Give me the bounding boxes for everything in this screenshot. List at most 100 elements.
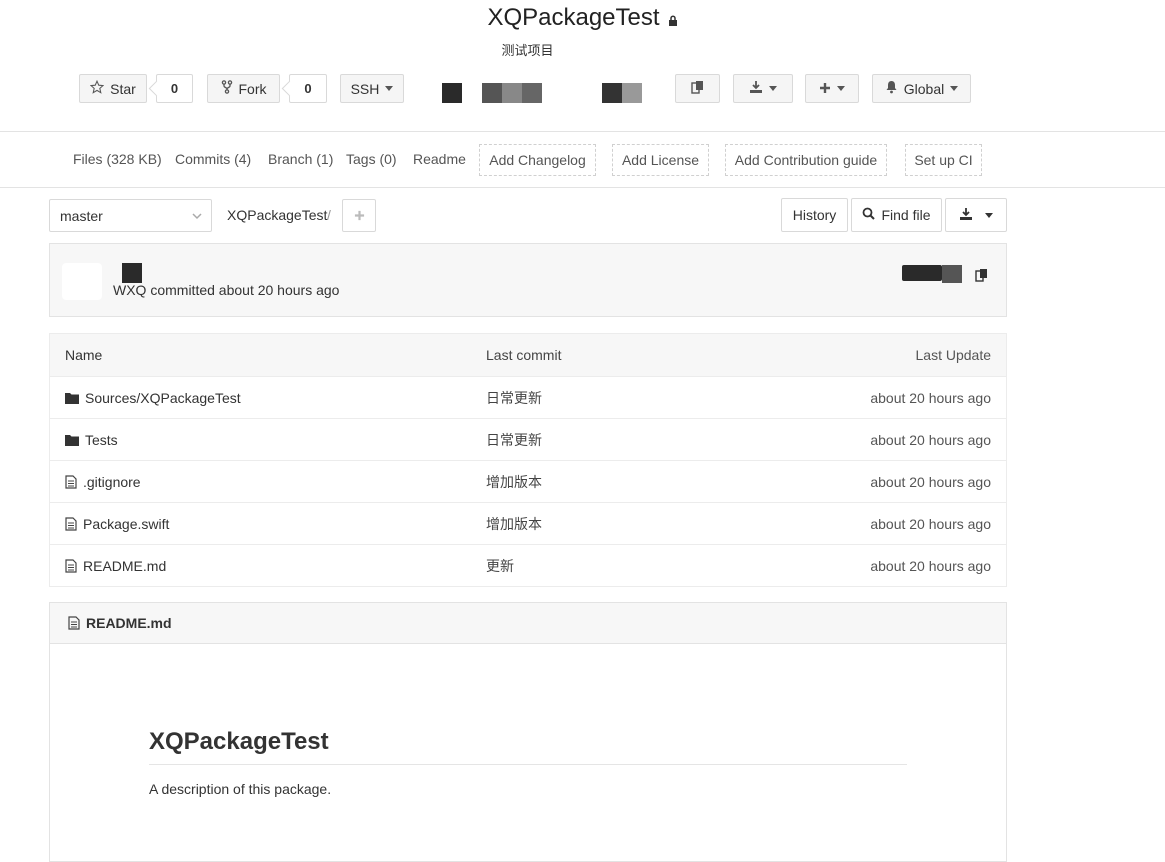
- repo-title-text: XQPackageTest: [487, 4, 660, 31]
- commit-message[interactable]: 增加版本: [486, 503, 542, 544]
- notification-dropdown[interactable]: Global: [872, 74, 971, 103]
- chevron-down-icon: [385, 86, 394, 91]
- column-header-name: Name: [65, 347, 103, 363]
- fork-button[interactable]: Fork: [207, 74, 280, 103]
- redacted-block: [122, 263, 142, 283]
- history-button[interactable]: History: [781, 198, 848, 232]
- redacted-block: [404, 73, 442, 104]
- last-update: about 20 hours ago: [870, 557, 991, 574]
- download-dropdown-button[interactable]: [945, 198, 1007, 232]
- commit-message[interactable]: 增加版本: [486, 461, 542, 502]
- folder-icon: [65, 434, 79, 446]
- protocol-label: SSH: [350, 80, 380, 97]
- tab-files[interactable]: Files (328 KB): [73, 151, 162, 167]
- readme-filename: README.md: [86, 615, 172, 631]
- star-count[interactable]: 0: [156, 74, 193, 103]
- find-file-button[interactable]: Find file: [851, 198, 942, 232]
- history-label: History: [792, 207, 837, 223]
- redacted-block: [442, 83, 462, 103]
- file-name[interactable]: .gitignore: [83, 474, 141, 490]
- fork-count[interactable]: 0: [289, 74, 327, 103]
- readme-body: A description of this package.: [149, 781, 332, 797]
- last-update: about 20 hours ago: [870, 389, 991, 406]
- fork-icon: [221, 80, 233, 97]
- readme-heading: XQPackageTest: [149, 728, 907, 765]
- breadcrumb[interactable]: XQPackageTest: [227, 207, 327, 223]
- file-table: Name Last commit Last Update Sources/XQP…: [49, 333, 1007, 587]
- last-update: about 20 hours ago: [870, 473, 991, 490]
- column-header-last-commit: Last commit: [486, 347, 562, 363]
- redacted-block: [522, 83, 542, 103]
- commit-message[interactable]: 更新: [486, 545, 514, 586]
- table-header: Name Last commit Last Update: [50, 334, 1006, 377]
- divider: [0, 187, 1165, 188]
- redacted-block: [902, 265, 942, 281]
- file-name[interactable]: Tests: [85, 432, 118, 448]
- branch-name: master: [60, 207, 103, 224]
- table-row[interactable]: Tests 日常更新 about 20 hours ago: [50, 419, 1006, 461]
- bell-icon: [885, 80, 898, 97]
- create-dropdown[interactable]: [805, 74, 859, 103]
- download-icon: [959, 207, 973, 224]
- chevron-down-icon: [769, 86, 777, 91]
- branch-select[interactable]: master: [49, 199, 212, 232]
- file-name[interactable]: Sources/XQPackageTest: [85, 390, 241, 406]
- copy-url-button[interactable]: [675, 74, 720, 103]
- redacted-block: [622, 83, 642, 103]
- add-contribution-button[interactable]: Add Contribution guide: [725, 144, 887, 176]
- divider: [0, 131, 1165, 132]
- commit-message[interactable]: 日常更新: [486, 419, 542, 460]
- file-icon: [68, 616, 80, 630]
- add-changelog-button[interactable]: Add Changelog: [479, 144, 596, 176]
- file-icon: [65, 516, 77, 531]
- breadcrumb-separator: /: [327, 207, 331, 223]
- chevron-down-icon: [985, 212, 993, 218]
- star-label: Star: [110, 80, 136, 97]
- find-file-label: Find file: [881, 207, 931, 223]
- table-row[interactable]: Sources/XQPackageTest 日常更新 about 20 hour…: [50, 377, 1006, 419]
- table-row[interactable]: Package.swift 增加版本 about 20 hours ago: [50, 503, 1006, 545]
- tab-branch[interactable]: Branch (1): [268, 151, 333, 167]
- notify-label: Global: [903, 80, 945, 97]
- download-icon: [749, 80, 763, 97]
- file-name[interactable]: README.md: [83, 558, 166, 574]
- star-icon: [89, 79, 105, 97]
- plus-icon: [354, 205, 365, 226]
- repo-description: 测试项目: [501, 43, 554, 58]
- readme-panel: README.md XQPackageTest A description of…: [49, 602, 1007, 862]
- file-icon: [65, 558, 77, 573]
- plus-icon: [819, 81, 831, 97]
- repo-title: XQPackageTest: [0, 4, 1165, 33]
- setup-ci-button[interactable]: Set up CI: [905, 144, 982, 176]
- search-icon: [862, 207, 876, 223]
- redacted-block: [602, 83, 622, 103]
- copy-icon[interactable]: [975, 268, 991, 284]
- tab-readme[interactable]: Readme: [413, 151, 466, 167]
- redacted-block: [942, 265, 962, 283]
- add-file-button[interactable]: [342, 199, 376, 232]
- add-license-button[interactable]: Add License: [612, 144, 709, 176]
- star-button[interactable]: Star: [79, 74, 147, 103]
- table-row[interactable]: .gitignore 增加版本 about 20 hours ago: [50, 461, 1006, 503]
- last-update: about 20 hours ago: [870, 431, 991, 448]
- tab-commits[interactable]: Commits (4): [175, 151, 251, 167]
- redacted-block: [502, 83, 522, 103]
- lock-icon: [668, 5, 678, 33]
- folder-icon: [65, 392, 79, 404]
- file-icon: [65, 474, 77, 489]
- commit-summary: WXQ committed about 20 hours ago: [113, 282, 340, 298]
- file-name[interactable]: Package.swift: [83, 516, 169, 532]
- table-row[interactable]: README.md 更新 about 20 hours ago: [50, 545, 1006, 587]
- latest-commit-box: [49, 243, 1007, 317]
- readme-header: README.md: [50, 603, 1006, 644]
- fork-label: Fork: [238, 80, 267, 97]
- last-update: about 20 hours ago: [870, 515, 991, 532]
- avatar: [62, 263, 102, 300]
- protocol-dropdown[interactable]: SSH: [340, 74, 404, 103]
- download-dropdown[interactable]: [733, 74, 793, 103]
- commit-message[interactable]: 日常更新: [486, 377, 542, 418]
- chevron-down-icon: [191, 209, 203, 225]
- column-header-last-update: Last Update: [915, 347, 992, 363]
- chevron-down-icon: [950, 86, 959, 91]
- tab-tags[interactable]: Tags (0): [346, 151, 397, 167]
